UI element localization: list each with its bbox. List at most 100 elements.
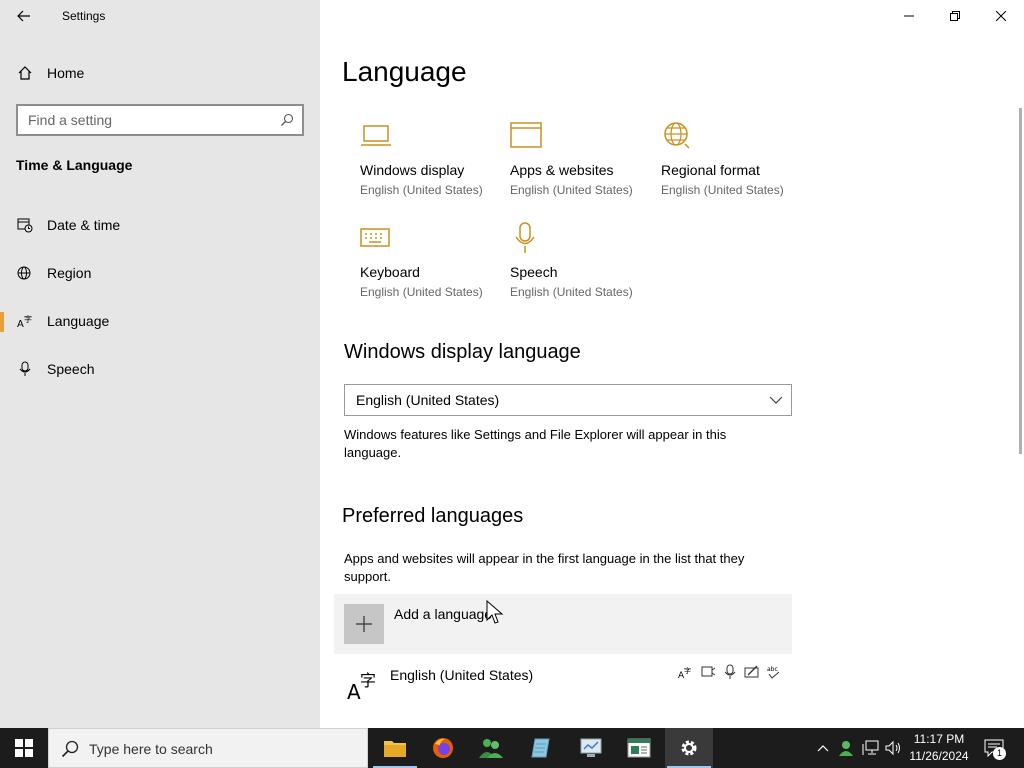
home-icon xyxy=(17,65,33,81)
browser-window-icon xyxy=(510,122,542,148)
tile-subtitle: English (United States) xyxy=(510,183,633,197)
network-icon xyxy=(862,740,879,755)
search-icon[interactable] xyxy=(280,113,294,132)
search-icon xyxy=(61,740,79,758)
calendar-clock-icon xyxy=(17,217,33,233)
nav-home-label: Home xyxy=(47,65,85,81)
language-features: A字 abc xyxy=(678,664,782,680)
handwriting-feature-icon xyxy=(744,665,759,678)
user-status-icon xyxy=(839,741,853,756)
sidebar-item-language[interactable]: A字 Language xyxy=(0,301,320,341)
restore-icon xyxy=(950,11,960,21)
dropdown-value: English (United States) xyxy=(356,392,500,408)
taskbar-document-viewer[interactable] xyxy=(615,728,663,768)
tile-speech[interactable]: Speech English (United States) xyxy=(510,222,660,312)
firefox-icon xyxy=(433,738,453,758)
main-content: Language Windows display English (United… xyxy=(320,0,1024,728)
language-icon: A字 xyxy=(347,671,376,702)
microphone-icon xyxy=(515,222,535,253)
svg-text:字: 字 xyxy=(360,671,376,690)
taskbar-file-explorer[interactable] xyxy=(371,728,419,768)
volume-button[interactable] xyxy=(884,728,904,768)
taskbar-clock[interactable]: 11:17 PM 11/26/2024 xyxy=(904,731,974,765)
chevron-down-icon xyxy=(769,396,783,404)
sidebar-item-region[interactable]: Region xyxy=(0,253,320,293)
svg-text:abc: abc xyxy=(767,666,778,673)
display-language-dropdown[interactable]: English (United States) xyxy=(344,384,792,416)
language-name: English (United States) xyxy=(390,667,534,683)
taskbar-notepad-app[interactable] xyxy=(517,728,565,768)
minimize-button[interactable] xyxy=(886,0,932,32)
preferred-languages-heading: Preferred languages xyxy=(342,505,524,527)
taskbar-search-box[interactable]: Type here to search xyxy=(48,728,368,768)
laptop-icon xyxy=(361,125,391,146)
active-indicator xyxy=(0,312,4,332)
tile-name: Apps & websites xyxy=(510,162,614,178)
clock-date: 11/26/2024 xyxy=(909,749,969,763)
text-to-speech-feature-icon xyxy=(701,666,716,677)
sidebar: Settings Home Time & Language Date & tim… xyxy=(0,0,320,728)
svg-text:A: A xyxy=(347,680,361,702)
spell-check-feature-icon: abc xyxy=(767,666,780,679)
notification-count-badge: 1 xyxy=(993,747,1006,760)
tile-name: Windows display xyxy=(360,162,465,178)
language-list-item[interactable]: A字 English (United States) A字 abc xyxy=(334,660,792,720)
svg-text:字: 字 xyxy=(24,314,32,324)
back-button[interactable] xyxy=(10,4,38,28)
tile-name: Speech xyxy=(510,264,558,280)
tile-regional-format[interactable]: Regional format English (United States) xyxy=(661,120,811,210)
search-box[interactable] xyxy=(16,104,304,136)
keyboard-icon xyxy=(360,228,390,247)
back-arrow-icon xyxy=(17,10,30,22)
action-center-button[interactable]: 1 xyxy=(980,728,1008,768)
people-icon xyxy=(479,739,503,758)
folder-icon xyxy=(384,741,406,757)
sidebar-item-label: Language xyxy=(47,313,110,329)
globe-icon xyxy=(664,122,690,149)
taskbar-firefox[interactable] xyxy=(419,728,467,768)
tile-apps-websites[interactable]: Apps & websites English (United States) xyxy=(510,120,660,210)
tile-subtitle: English (United States) xyxy=(510,285,633,299)
tile-keyboard[interactable]: Keyboard English (United States) xyxy=(360,222,510,312)
add-language-button[interactable]: Add a language xyxy=(334,594,792,654)
add-language-label: Add a language xyxy=(394,606,493,622)
windows-logo-icon xyxy=(15,739,33,757)
close-button[interactable] xyxy=(978,0,1024,32)
speaker-icon xyxy=(885,740,900,756)
tile-subtitle: English (United States) xyxy=(360,285,483,299)
section-title: Time & Language xyxy=(16,157,133,173)
taskbar-people-app[interactable] xyxy=(467,728,515,768)
search-input[interactable] xyxy=(18,106,268,134)
sidebar-item-label: Date & time xyxy=(47,217,121,233)
document-window-icon xyxy=(627,738,651,758)
mouse-cursor-icon xyxy=(486,600,504,624)
display-language-heading: Windows display language xyxy=(344,341,581,363)
sidebar-item-speech[interactable]: Speech xyxy=(0,349,320,389)
show-hidden-icons-button[interactable] xyxy=(814,728,832,768)
window-controls xyxy=(886,0,1024,32)
sidebar-item-date-time[interactable]: Date & time xyxy=(0,205,320,245)
tray-user-icon-button[interactable] xyxy=(836,728,856,768)
taskbar-control-panel[interactable] xyxy=(567,728,615,768)
plus-icon xyxy=(344,604,384,644)
start-button[interactable] xyxy=(0,728,48,768)
chevron-up-icon xyxy=(817,745,829,752)
settings-window: Settings Home Time & Language Date & tim… xyxy=(0,0,1024,728)
preferred-languages-description: Apps and websites will appear in the fir… xyxy=(344,551,745,584)
display-language-description: Windows features like Settings and File … xyxy=(344,427,727,460)
network-button[interactable] xyxy=(860,728,882,768)
display-language-feature-icon: A字 xyxy=(678,666,691,680)
taskbar: Type here to search 11:17 PM 11/26/2024 xyxy=(0,728,1024,768)
minimize-icon xyxy=(904,15,914,17)
taskbar-search-placeholder: Type here to search xyxy=(89,741,213,757)
page-title: Language xyxy=(342,56,467,87)
restore-button[interactable] xyxy=(932,0,978,32)
title-bar: Settings xyxy=(0,0,320,32)
tile-windows-display[interactable]: Windows display English (United States) xyxy=(360,120,510,210)
nav-home[interactable]: Home xyxy=(0,53,320,93)
taskbar-settings[interactable] xyxy=(665,728,713,768)
tile-name: Keyboard xyxy=(360,264,420,280)
tile-subtitle: English (United States) xyxy=(661,183,784,197)
scrollbar[interactable] xyxy=(1019,108,1022,454)
close-icon xyxy=(996,11,1006,21)
